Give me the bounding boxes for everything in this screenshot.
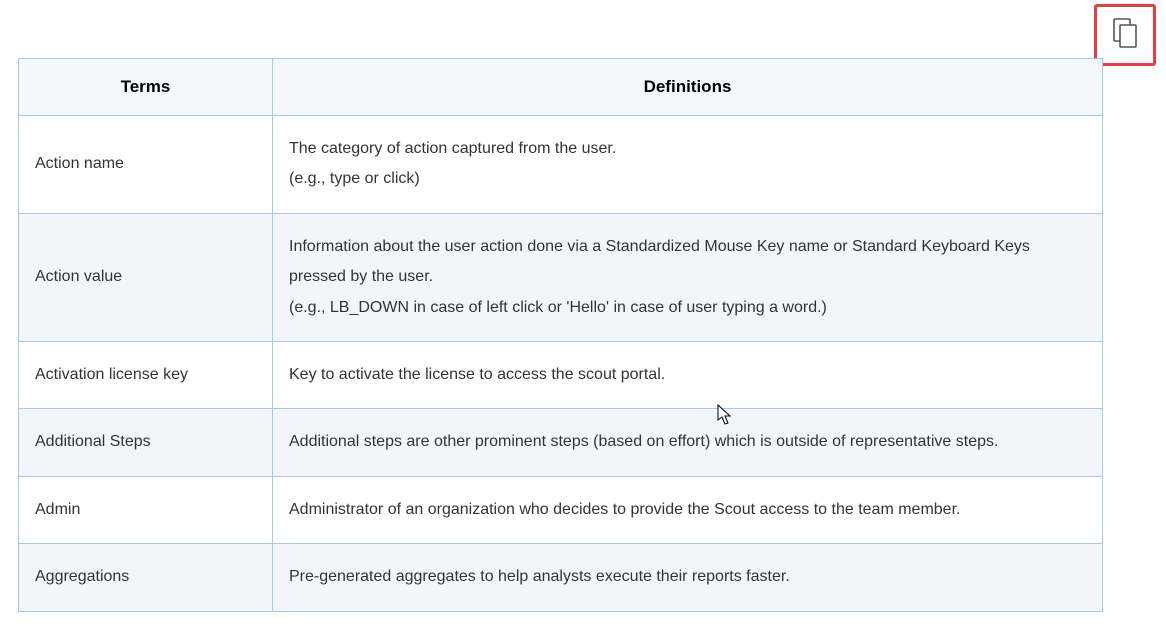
table-row: Action value Information about the user … xyxy=(19,213,1103,341)
definitions-table: Terms Definitions Action name The catego… xyxy=(18,58,1103,612)
copy-button[interactable] xyxy=(1094,4,1156,66)
copy-icon xyxy=(1111,17,1139,54)
definition-text: Pre-generated aggregates to help analyst… xyxy=(289,562,1086,592)
definition-cell: Information about the user action done v… xyxy=(273,213,1103,341)
table-row: Aggregations Pre-generated aggregates to… xyxy=(19,544,1103,611)
definition-cell: Key to activate the license to access th… xyxy=(273,341,1103,408)
definition-text: Information about the user action done v… xyxy=(289,232,1086,293)
term-cell: Action value xyxy=(19,213,273,341)
table-header-row: Terms Definitions xyxy=(19,59,1103,116)
term-cell: Aggregations xyxy=(19,544,273,611)
definition-cell: Pre-generated aggregates to help analyst… xyxy=(273,544,1103,611)
table-row: Activation license key Key to activate t… xyxy=(19,341,1103,408)
definition-text: (e.g., type or click) xyxy=(289,164,1086,194)
definition-text: The category of action captured from the… xyxy=(289,134,1086,164)
table-row: Action name The category of action captu… xyxy=(19,116,1103,214)
definition-text: Key to activate the license to access th… xyxy=(289,360,1086,390)
definition-text: Additional steps are other prominent ste… xyxy=(289,427,1086,457)
term-cell: Admin xyxy=(19,476,273,543)
definition-text: (e.g., LB_DOWN in case of left click or … xyxy=(289,293,1086,323)
table-row: Additional Steps Additional steps are ot… xyxy=(19,409,1103,476)
header-terms: Terms xyxy=(19,59,273,116)
term-cell: Additional Steps xyxy=(19,409,273,476)
definition-cell: Administrator of an organization who dec… xyxy=(273,476,1103,543)
definitions-table-container: Terms Definitions Action name The catego… xyxy=(18,58,1103,612)
term-cell: Activation license key xyxy=(19,341,273,408)
term-cell: Action name xyxy=(19,116,273,214)
definition-cell: The category of action captured from the… xyxy=(273,116,1103,214)
definition-cell: Additional steps are other prominent ste… xyxy=(273,409,1103,476)
definition-text: Administrator of an organization who dec… xyxy=(289,495,1086,525)
header-definitions: Definitions xyxy=(273,59,1103,116)
table-row: Admin Administrator of an organization w… xyxy=(19,476,1103,543)
